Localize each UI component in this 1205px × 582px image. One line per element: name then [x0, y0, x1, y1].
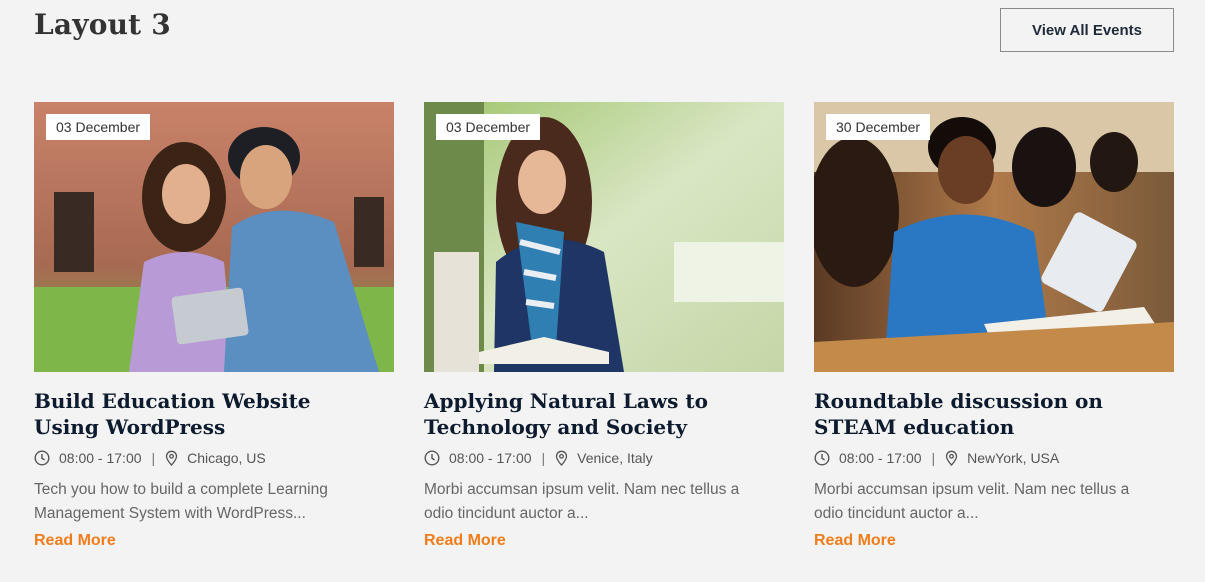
event-meta: 08:00 - 17:00 | Chicago, US	[34, 450, 394, 466]
event-location: Chicago, US	[187, 450, 266, 466]
event-image[interactable]: 30 December	[814, 102, 1174, 372]
event-date-badge: 03 December	[436, 114, 541, 140]
read-more-link[interactable]: Read More	[424, 532, 506, 550]
event-date-badge: 30 December	[826, 114, 931, 140]
event-card: 30 December Roundtable discussion on STE…	[814, 102, 1174, 550]
meta-separator: |	[931, 450, 936, 466]
event-time: 08:00 - 17:00	[449, 450, 532, 466]
event-image[interactable]: 03 December	[424, 102, 784, 372]
map-pin-icon	[946, 450, 958, 466]
event-location: NewYork, USA	[967, 450, 1060, 466]
event-image[interactable]: 03 December	[34, 102, 394, 372]
read-more-link[interactable]: Read More	[34, 532, 116, 550]
event-date-badge: 03 December	[46, 114, 151, 140]
event-description: Morbi accumsan ipsum velit. Nam nec tell…	[424, 481, 740, 522]
clock-icon	[424, 450, 440, 466]
read-more-link[interactable]: Read More	[814, 532, 896, 550]
event-title[interactable]: Build Education Website Using WordPress	[34, 388, 374, 440]
section-title: Layout 3	[34, 8, 171, 41]
event-location: Venice, Italy	[577, 450, 653, 466]
event-meta: 08:00 - 17:00 | Venice, Italy	[424, 450, 784, 466]
event-card: 03 December Build Education Website Usin…	[34, 102, 394, 550]
event-meta: 08:00 - 17:00 | NewYork, USA	[814, 450, 1174, 466]
map-pin-icon	[166, 450, 178, 466]
event-description: Tech you how to build a complete Learnin…	[34, 481, 328, 522]
meta-separator: |	[541, 450, 546, 466]
view-all-events-button[interactable]: View All Events	[1000, 8, 1174, 52]
event-card: 03 December Applying Natural Laws to Tec…	[424, 102, 784, 550]
meta-separator: |	[151, 450, 156, 466]
event-description: Morbi accumsan ipsum velit. Nam nec tell…	[814, 481, 1130, 522]
event-time: 08:00 - 17:00	[59, 450, 142, 466]
map-pin-icon	[556, 450, 568, 466]
clock-icon	[814, 450, 830, 466]
clock-icon	[34, 450, 50, 466]
event-title[interactable]: Roundtable discussion on STEAM education	[814, 388, 1154, 440]
event-title[interactable]: Applying Natural Laws to Technology and …	[424, 388, 764, 440]
event-time: 08:00 - 17:00	[839, 450, 922, 466]
